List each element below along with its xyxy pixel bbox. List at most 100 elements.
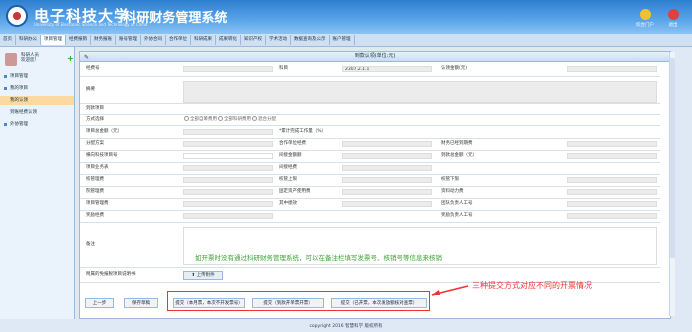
label-asset-fee: 固定资产使用费 [279, 189, 311, 194]
sidebar-item-label: 我的认领 [10, 98, 28, 103]
footer: copyright 2016 智慧科学 版权所有 [0, 321, 692, 332]
radio-research-funded[interactable]: 全部科研费用 [218, 116, 251, 124]
nav-item-query[interactable]: 数据查询及公示 [291, 35, 330, 45]
label-remark: 备注 [86, 242, 95, 247]
system-name: -科研财务管理系统 [118, 11, 228, 26]
total-field [183, 129, 273, 135]
bullet-icon [4, 123, 7, 126]
upload-label: 上传附件 [196, 273, 215, 278]
horizontal-no-field[interactable] [183, 153, 273, 159]
bullet-icon [4, 87, 7, 90]
home-label: 综合门户 [636, 23, 654, 28]
radio-self-funded[interactable]: 全部自筹费用 [184, 116, 217, 124]
home-icon [639, 9, 651, 20]
nav-item-home[interactable]: 首页 [0, 35, 16, 45]
nav-item-finance[interactable]: 财务报账 [91, 35, 116, 45]
user-info: 科研人员 欢迎您！ + [3, 53, 74, 67]
claim-amount-field[interactable] [567, 66, 657, 72]
arrival-total-field [567, 153, 657, 159]
label-indirect-amount: 间接金额额 [279, 153, 302, 158]
sidebar-item-project-manage[interactable]: 项目管理 [0, 72, 74, 81]
sidebar-item-label: 项目管理 [10, 74, 28, 79]
user-welcome: 欢迎您！ [21, 58, 39, 63]
sidebar-item-label: 我的项目 [10, 86, 28, 91]
add-icon[interactable]: + [67, 55, 74, 63]
label-business: 项目业务表 [86, 165, 109, 170]
label-project-fee: 项目管理费 [86, 201, 109, 206]
avatar [5, 53, 17, 66]
reward-field [183, 213, 273, 219]
business-field [183, 165, 273, 171]
annotation-arrow-icon [431, 285, 469, 296]
nav-item-transfer[interactable]: 成果转化 [216, 35, 241, 45]
form-row [80, 104, 660, 115]
label-indirect: 间接经费 [279, 165, 297, 170]
upload-button[interactable]: ⬆ 上传附件 [183, 271, 223, 280]
label-subject: 科目 [279, 66, 288, 71]
sidebar-item-label: 外协管理 [10, 122, 28, 127]
subject-field: 2307.2.1.1 [342, 66, 432, 72]
school-fee-field [183, 177, 273, 183]
reward-leader-id-field[interactable] [567, 213, 657, 219]
save-draft-button[interactable]: 保存草稿 [124, 298, 158, 308]
home-button[interactable]: 综合门户 [630, 9, 660, 28]
indirect-amount-field [342, 153, 432, 159]
nav-item-academic[interactable]: 学术活动 [266, 35, 291, 45]
prev-button[interactable]: 上一步 [85, 298, 114, 308]
label-performance: 其中绩效 [279, 201, 297, 206]
label-school-lower: 校管下限 [441, 177, 459, 182]
label-team-leader-id: 团队负责人工号 [441, 201, 473, 206]
nav-item-partner[interactable]: 合作单位 [166, 35, 191, 45]
asset-fee-field [342, 189, 432, 195]
nav-item-reimburse[interactable]: 经费报销 [66, 35, 91, 45]
scrollbar[interactable] [669, 52, 675, 316]
panel-title: 到款认领(单位:元) [354, 53, 396, 59]
label-school-upper: 校管上限 [279, 177, 297, 182]
sidebar-item-my-claims[interactable]: 我的认领 [0, 96, 74, 105]
project-fee-field [183, 201, 273, 207]
label-reward: 奖励经费 [86, 213, 104, 218]
fund-no-field [183, 66, 273, 72]
sidebar-item-my-projects[interactable]: 我的项目 [0, 84, 74, 93]
app-header: 电子科技大学 University of Electronic Science … [0, 0, 692, 34]
label-summary: 摘要 [86, 87, 95, 92]
sidebar-item-fund-claim[interactable]: 到账经费认领 [0, 108, 74, 117]
remark-hint: 如开票时没有通过科研财务管理系统，可以在备注栏填写发票号、核销号等信息来核销 [195, 254, 442, 262]
school-upper-field [342, 177, 432, 183]
summary-field [183, 81, 657, 103]
form-row [80, 126, 660, 139]
edit-icon: ✎ [84, 54, 90, 61]
claim-panel: ✎ 到款认领(单位:元) 经费号 科目 2307.2.1.1 认领金额(元) 摘… [79, 51, 671, 319]
nav-item-achievement[interactable]: 科研成果 [191, 35, 216, 45]
label-reward-leader-id: 奖励负责人工号 [441, 213, 473, 218]
scrollbar-thumb[interactable] [670, 58, 675, 258]
label-total: 项目总金额（元） [86, 129, 122, 134]
plan-field[interactable] [183, 141, 273, 147]
label-plan: 分配方案 [86, 141, 104, 146]
university-logo [6, 5, 28, 27]
label-method: 方式选择 [86, 117, 104, 122]
annotation-box [167, 291, 430, 311]
nav-item-project[interactable]: 项目管理 [41, 35, 66, 45]
label-school-fee: 校管理费 [86, 177, 104, 182]
nav-item-ip[interactable]: 知识产权 [241, 35, 266, 45]
label-horizontal-no: 横向科技项目号 [86, 153, 118, 158]
label-workload: *累计完成工作量（%） [279, 129, 327, 134]
nav-item-office[interactable]: 科研办公 [16, 35, 41, 45]
form-row [80, 115, 660, 126]
sidebar-item-label: 到账经费认领 [10, 110, 37, 115]
performance-field [342, 201, 432, 207]
paid-field [567, 141, 657, 147]
nav-item-account-manage[interactable]: 账户管理 [330, 35, 355, 45]
annotation-callout: 三种提交方式对应不同的开票情况 [472, 281, 592, 290]
school-lower-field [567, 177, 657, 183]
logout-button[interactable]: 退出 [658, 9, 688, 28]
indirect-field [342, 165, 432, 171]
team-leader-id-field[interactable] [567, 201, 657, 207]
radio-mixed[interactable]: 混合分配 [252, 116, 276, 124]
nav-item-account[interactable]: 账号管理 [116, 35, 141, 45]
label-paid: 财务已经到期费 [441, 141, 473, 146]
sidebar-item-outsource[interactable]: 外协管理 [0, 120, 74, 129]
nav-item-contract[interactable]: 外协合同 [141, 35, 166, 45]
college-fee-field [183, 189, 273, 195]
